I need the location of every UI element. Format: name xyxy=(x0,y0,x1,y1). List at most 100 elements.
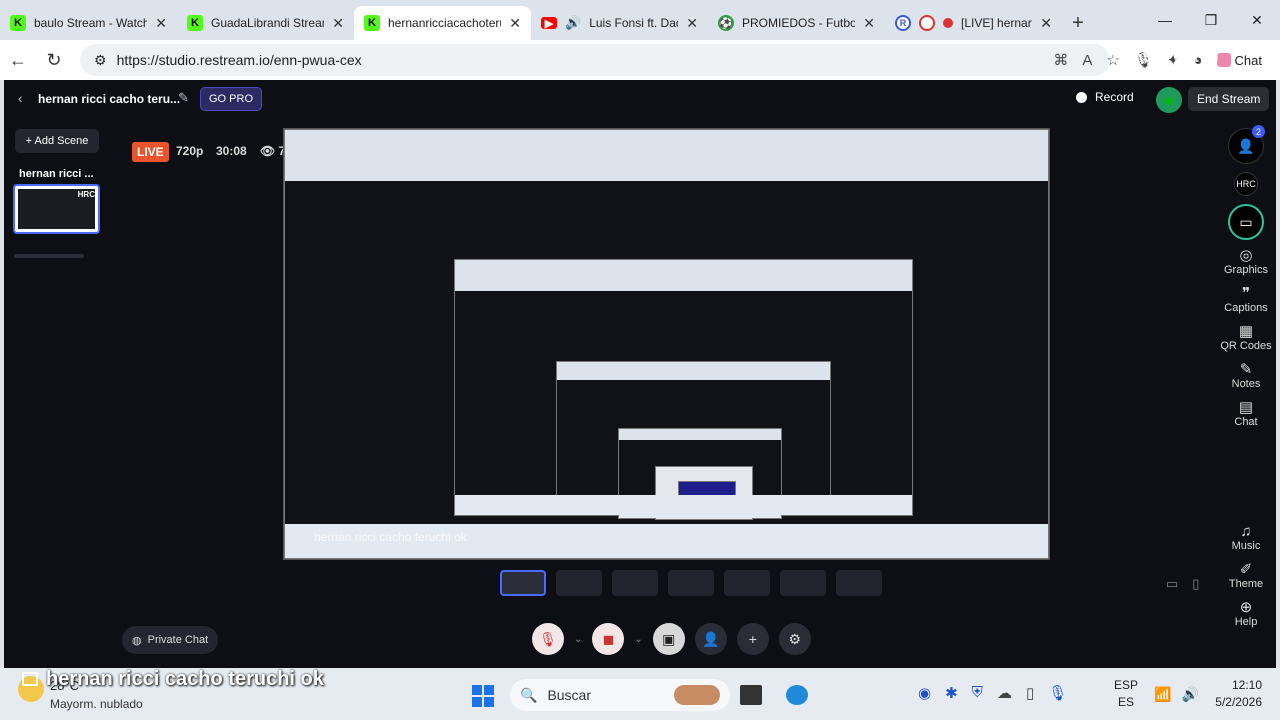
new-tab-button[interactable]: + xyxy=(1062,6,1094,40)
add-scene-button[interactable]: + Add Scene xyxy=(15,129,99,153)
inner-caption: hernan ricci cacho teruchi ok xyxy=(314,530,467,544)
speaker-icon[interactable]: 🔊 xyxy=(565,15,581,31)
reload-icon[interactable]: ↻ xyxy=(36,50,72,71)
live-dot-icon xyxy=(943,18,953,28)
private-chat-button[interactable]: ◍ Private Chat xyxy=(122,626,219,654)
camera-off-icon: ◼ xyxy=(602,630,615,647)
file-explorer-icon[interactable] xyxy=(740,685,762,705)
theme-label: Theme xyxy=(1228,578,1264,590)
close-tab-icon[interactable]: ✕ xyxy=(1040,15,1052,32)
settings-button[interactable]: ⚙ xyxy=(778,623,811,655)
share-screen-button[interactable]: ▣ xyxy=(652,623,685,655)
notes-button[interactable]: ✎ Notes xyxy=(1216,361,1276,391)
stream-name[interactable]: hernan ricci cacho teru... xyxy=(38,92,180,106)
theme-icon: ✐ xyxy=(1239,561,1253,578)
tab-hernanricci[interactable]: Khernanricciacachoteruchi ✕ xyxy=(354,6,531,40)
avatar[interactable]: ☻ xyxy=(1156,87,1182,113)
close-window-icon[interactable]: ✕ xyxy=(1234,0,1280,40)
guest-count-badge: 2 xyxy=(1252,125,1265,138)
chat-label: Chat xyxy=(1234,52,1262,68)
scene-name[interactable]: hernan ricci ... xyxy=(19,168,94,180)
music-button[interactable]: ♫ Music xyxy=(1216,523,1276,553)
site-info-icon[interactable]: ⚙ xyxy=(94,52,107,69)
address-bar-row: ← ↻ ⚙ https://studio.restream.io/enn-pwu… xyxy=(0,40,1280,80)
close-tab-icon[interactable]: ✕ xyxy=(686,15,698,32)
scene-thumbnail[interactable]: HRC xyxy=(13,184,100,234)
qr-codes-icon: ▦ xyxy=(1238,323,1254,340)
layout-option[interactable] xyxy=(556,570,602,596)
back-chevron-icon[interactable]: ‹ xyxy=(18,90,23,106)
stream-controls: 🎙 ⌄ ◼ ⌄ ▣ 👤 + ⚙ xyxy=(532,623,811,655)
end-stream-button[interactable]: End Stream xyxy=(1188,87,1270,111)
mobile-view-icon[interactable]: ▯ xyxy=(1192,576,1199,592)
layout-option[interactable] xyxy=(500,570,546,596)
notes-icon: ✎ xyxy=(1239,361,1253,378)
layout-option[interactable] xyxy=(668,570,714,596)
chat-side-button[interactable]: ▤ Chat xyxy=(1216,400,1276,429)
right-sidebar: 👤 2 HRC ▭ ◎ Graphics ❞ Captions ▦ QR Codes ✎… xyxy=(1216,125,1276,638)
bluetooth-icon[interactable]: ✱ xyxy=(945,684,958,702)
layout-option[interactable] xyxy=(780,570,826,596)
time: 12:10 xyxy=(1231,678,1262,692)
restore-icon[interactable]: ❐ xyxy=(1188,0,1234,40)
resolution-label: 720p xyxy=(176,144,204,158)
tab-guadalibrandi[interactable]: K GuadaLibrandi Stream ✕ xyxy=(177,6,354,40)
tab-luis-fonsi[interactable]: ▶ 🔊 Luis Fonsi ft. Dad ✕ xyxy=(531,6,708,40)
scene-scrollbar[interactable] xyxy=(14,254,84,258)
kick-icon: K xyxy=(187,15,203,31)
language-indicator[interactable]: ESP ES xyxy=(1114,677,1138,711)
camera-toggle-button[interactable]: ◼ xyxy=(592,623,625,655)
edge-browser-icon[interactable] xyxy=(786,685,808,705)
guest-avatar[interactable]: HRC xyxy=(1234,172,1258,196)
layout-option[interactable] xyxy=(612,570,658,596)
add-person-icon: 👤 xyxy=(702,630,720,647)
window-controls: — ❐ ✕ xyxy=(1142,0,1280,40)
onedrive-icon[interactable]: ☁ xyxy=(997,684,1012,702)
go-pro-button[interactable]: GO PRO xyxy=(200,87,263,111)
edit-pencil-icon[interactable]: ✎ xyxy=(178,90,189,106)
back-icon[interactable]: ← xyxy=(0,50,36,71)
app-tray-icon[interactable]: ◉ xyxy=(918,684,931,702)
view-toggles: ▭ ▯ xyxy=(1166,576,1199,592)
taskbar-search[interactable]: 🔍 Buscar xyxy=(510,679,730,711)
layout-option[interactable] xyxy=(724,570,770,596)
mic-options-chevron-icon[interactable]: ⌄ xyxy=(574,634,582,645)
layout-option[interactable] xyxy=(836,570,882,596)
usb-icon[interactable]: ▯ xyxy=(1026,684,1034,702)
qr-codes-button[interactable]: ▦ QR Codes xyxy=(1216,323,1276,353)
tab-promiedos[interactable]: ⚽ PROMIEDOS - Futbol ✕ xyxy=(708,6,885,40)
graphics-button[interactable]: ◎ Graphics xyxy=(1216,248,1276,277)
self-preview[interactable]: ▭ xyxy=(1228,204,1264,240)
add-source-button[interactable]: + xyxy=(736,623,769,655)
close-tab-icon[interactable]: ✕ xyxy=(155,15,167,32)
tab-baulo[interactable]: Kbaulo Stream - Watch ✕ xyxy=(0,6,177,40)
date: 5/2/2026 xyxy=(1215,695,1262,709)
tab-live-hernan[interactable]: R [LIVE] hernan ✕ xyxy=(885,6,1062,40)
theme-button[interactable]: ✐ Theme xyxy=(1216,561,1276,591)
minimize-icon[interactable]: — xyxy=(1142,0,1188,40)
help-button[interactable]: ⊕ Help xyxy=(1216,600,1276,629)
captions-button[interactable]: ❞ Captions xyxy=(1216,286,1276,315)
close-tab-icon[interactable]: ✕ xyxy=(332,15,344,32)
start-button[interactable] xyxy=(472,685,494,707)
camera-options-chevron-icon[interactable]: ⌄ xyxy=(634,634,642,645)
restream-icon: R xyxy=(895,15,911,31)
translate-icon[interactable]: ⌘ xyxy=(1053,51,1068,69)
system-icons[interactable]: 📶 🔊 xyxy=(1154,686,1199,703)
address-bar[interactable]: ⚙ https://studio.restream.io/enn-pwua-ce… xyxy=(80,44,1110,76)
record-toggle[interactable]: Record xyxy=(1076,90,1134,104)
read-aloud-icon[interactable]: A xyxy=(1082,52,1092,69)
microphone-tray-icon[interactable]: 🎙 xyxy=(1048,684,1067,702)
viewer-count: 👁 7 xyxy=(260,144,285,158)
close-tab-icon[interactable]: ✕ xyxy=(509,15,521,32)
music-icon: ♫ xyxy=(1240,523,1252,540)
clock[interactable]: 12:10 5/2/2026 xyxy=(1210,677,1262,711)
invite-guest-button[interactable]: 👤 xyxy=(694,623,727,655)
defender-icon[interactable]: ⛨ xyxy=(972,684,983,702)
caption-icon xyxy=(22,672,38,686)
add-guest-button[interactable]: 👤 2 xyxy=(1228,125,1265,164)
mic-toggle-button[interactable]: 🎙 xyxy=(532,623,564,655)
chat-button[interactable]: Chat xyxy=(1216,52,1262,68)
desktop-view-icon[interactable]: ▭ xyxy=(1166,576,1178,592)
close-tab-icon[interactable]: ✕ xyxy=(863,15,875,32)
